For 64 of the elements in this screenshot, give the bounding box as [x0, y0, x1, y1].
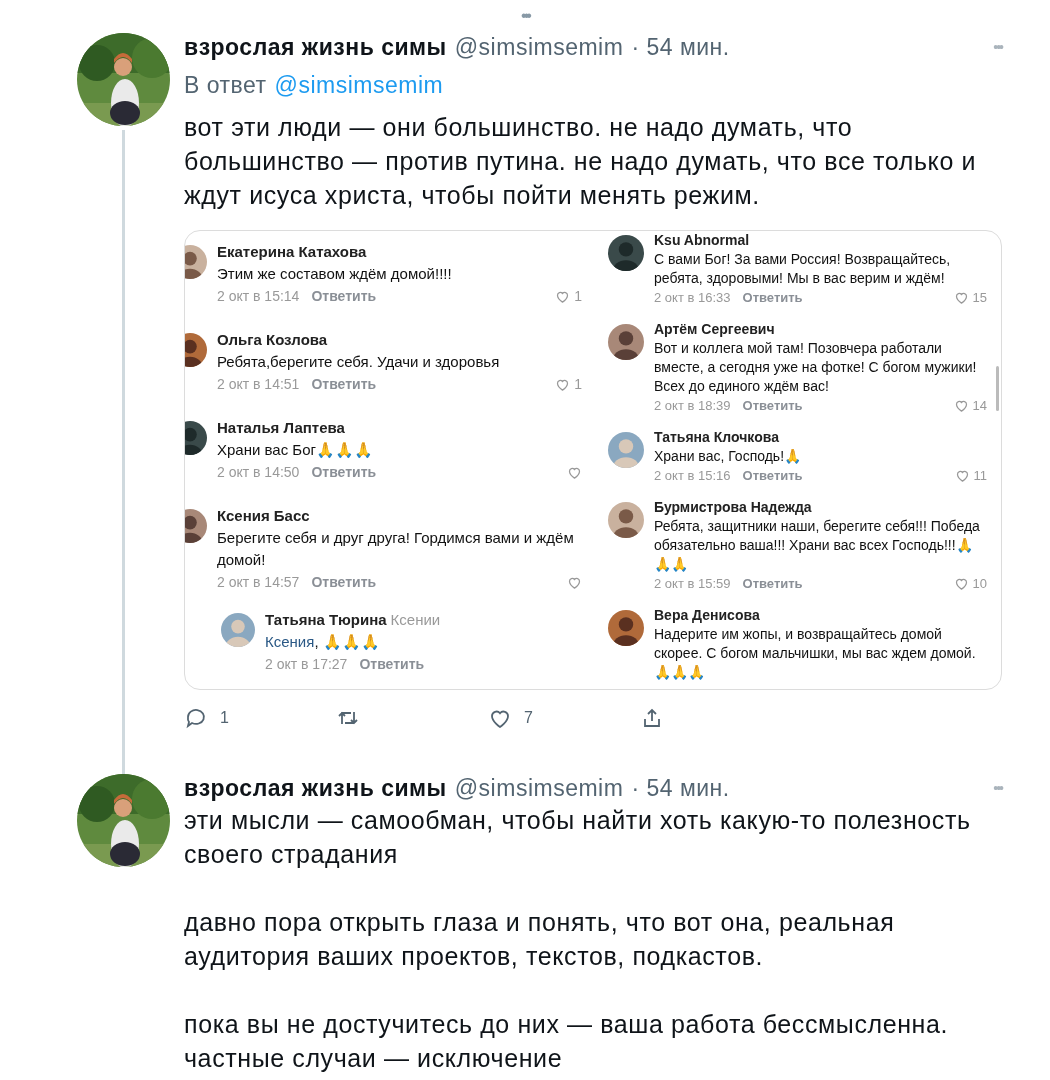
- comment-date: 2 окт в 14:50: [217, 463, 300, 482]
- comment-text: Ребята,берегите себя. Удачи и здоровья: [217, 353, 500, 370]
- action-count: 1: [220, 708, 229, 728]
- author-name[interactable]: взрослая жизнь симы: [184, 773, 447, 803]
- like-count: 10: [972, 575, 987, 593]
- like-count: 1: [574, 287, 582, 306]
- comment-date: 2 окт в 15:16: [654, 467, 731, 485]
- tweet-text: пока вы не достучитесь до них — ваша работа бессмысленна. частные случаи — исключение: [184, 1009, 950, 1074]
- scrollbar: [996, 366, 999, 411]
- like-count: 14: [972, 397, 987, 415]
- reply-label: В ответ: [184, 71, 267, 100]
- like-count: 15: [972, 289, 987, 307]
- commenter-name[interactable]: Ksu Abnormal: [654, 231, 750, 250]
- reply-link[interactable]: Ответить: [742, 288, 803, 307]
- reply-icon[interactable]: [184, 706, 208, 730]
- post-time: · 54 мин.: [631, 33, 730, 62]
- comment-date: 2 окт в 17:27: [265, 655, 348, 674]
- reply-link[interactable]: Ответить: [311, 571, 377, 593]
- comment-text: Надерите им жопы, и возвращайтесь домой скорее. С богом мальчишки, мы вас ждем домой. 🙏🙏🙏: [654, 626, 976, 680]
- tweet-text: вот эти люди — они большинство. не надо думать, что большинство — против путина. не надо думать, что все только и ждут исуса христа, чтобы пойти менять режим.: [184, 112, 978, 211]
- author-handle[interactable]: @simsimsemim: [454, 32, 624, 62]
- commenter-name[interactable]: Екатерина Катахова: [217, 241, 367, 263]
- like-count: 11: [973, 467, 987, 485]
- like-count: 1: [574, 375, 582, 394]
- commenter-name[interactable]: Ольга Козлова: [217, 329, 328, 351]
- commenter-name[interactable]: Наталья Лаптева: [217, 417, 345, 439]
- reply-link[interactable]: Ответить: [311, 461, 377, 483]
- author-handle[interactable]: @simsimsemim: [454, 773, 624, 803]
- comment-date: 2 окт в 15:59: [654, 575, 731, 593]
- comment-date: 2 окт в 18:39: [654, 397, 731, 415]
- tweet-text: эти мысли — самообман, чтобы найти хоть какую-то полезность своего страдания: [184, 805, 972, 870]
- comment-date: 2 окт в 16:33: [654, 289, 731, 307]
- commenter-name[interactable]: Ксения Басс: [217, 505, 310, 527]
- reply-link[interactable]: Ответить: [311, 285, 377, 307]
- comment-text: Храни вас, Господь!🙏: [654, 448, 802, 464]
- commenter-name[interactable]: Татьяна Тюрина: [265, 609, 387, 631]
- reply-link[interactable]: Ответить: [742, 466, 803, 485]
- reply-link[interactable]: Ответить: [742, 574, 803, 593]
- action-count: 7: [524, 708, 533, 728]
- heart-icon[interactable]: [953, 576, 969, 591]
- comment-date: 2 окт в 14:51: [217, 375, 300, 394]
- author-name[interactable]: взрослая жизнь симы: [184, 32, 447, 62]
- comment-text: Этим же составом ждём домой!!!!: [217, 265, 452, 282]
- comment-text: Ксения, 🙏🙏🙏: [265, 633, 380, 650]
- reply-target: Ксении: [390, 610, 441, 630]
- commenter-name[interactable]: Вера Денисова: [654, 606, 760, 625]
- reply-link[interactable]: Ответить: [742, 396, 803, 415]
- heart-icon[interactable]: [953, 290, 969, 305]
- tweet-text: давно пора открыть глаза и понять, что вот она, реальная аудитория ваших проектов, текстов, подкастов.: [184, 907, 896, 972]
- comment-text: Берегите себя и друг друга! Гордимся вами и ждём домой!: [217, 529, 574, 568]
- comment-date: 2 окт в 15:14: [217, 287, 300, 306]
- commenter-name[interactable]: Татьяна Клочкова: [654, 428, 779, 447]
- comment-text: Вот и коллега мой там! Позовчера работали вместе, а сегодня уже на фотке! С богом мужики! Всех до единого ждём вас!: [654, 340, 977, 394]
- comment-text: Храни вас Бог🙏🙏🙏: [217, 441, 373, 458]
- commenter-name[interactable]: Артём Сергеевич: [654, 320, 775, 339]
- comment-text: С вами Бог! За вами Россия! Возвращайтесь, ребята, здоровыми! Мы в вас верим и ждём!: [654, 251, 951, 286]
- reply-link[interactable]: Ответить: [359, 653, 425, 675]
- comment-text: Ребята, защитники наши, берегите себя!!! Победа обязательно ваша!!! Храни вас всех Господь!!!🙏🙏🙏: [654, 518, 980, 572]
- commenter-name[interactable]: Бурмистрова Надежда: [654, 498, 812, 517]
- heart-icon[interactable]: [953, 398, 969, 413]
- comment-date: 2 окт в 14:57: [217, 573, 300, 592]
- reply-link[interactable]: Ответить: [311, 373, 377, 395]
- post-time: · 54 мин.: [631, 774, 730, 803]
- heart-icon[interactable]: [954, 468, 970, 483]
